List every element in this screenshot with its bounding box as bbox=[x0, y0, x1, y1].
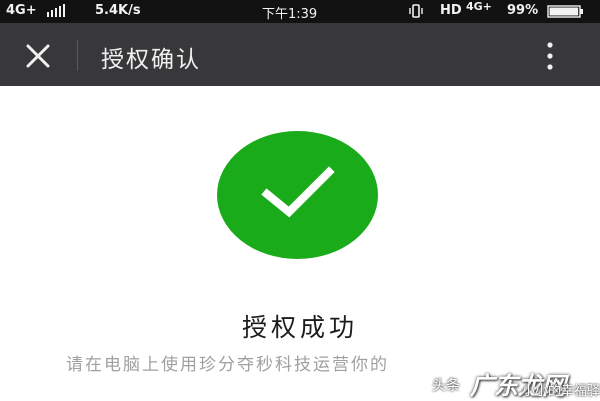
vibrate-icon bbox=[409, 4, 423, 18]
more-vertical-icon[interactable] bbox=[541, 40, 559, 72]
battery-icon bbox=[547, 5, 583, 18]
network-type-right: 4G+ bbox=[466, 0, 492, 13]
network-type: 4G+ bbox=[6, 3, 37, 18]
status-bar: 4G+ 5.4K/s 下午1:39 HD 4G+ 99% bbox=[0, 0, 600, 23]
signal-icon bbox=[47, 4, 65, 17]
title-bar: 授权确认 bbox=[0, 23, 600, 86]
network-speed: 5.4K/s bbox=[95, 3, 141, 18]
status-time: 下午1:39 bbox=[262, 7, 318, 22]
page-title: 授权确认 bbox=[101, 47, 201, 73]
battery-percent: 99% bbox=[507, 3, 539, 18]
watermark-prefix: 头条 bbox=[432, 378, 460, 394]
success-icon bbox=[217, 131, 378, 259]
check-icon bbox=[261, 166, 335, 218]
watermark-brand: 广东龙网 bbox=[470, 372, 566, 400]
hd-indicator: HD bbox=[440, 3, 462, 18]
result-title: 授权成功 bbox=[241, 313, 358, 342]
close-icon[interactable] bbox=[24, 42, 52, 70]
instruction-text: 请在电脑上使用珍分夺秒科技运营你的 bbox=[66, 355, 389, 375]
watermark-site: 小小的幸福驿站 bbox=[522, 384, 600, 399]
watermark: 头条 广东龙网 小小的幸福驿站 bbox=[430, 364, 600, 400]
title-divider bbox=[77, 40, 78, 71]
